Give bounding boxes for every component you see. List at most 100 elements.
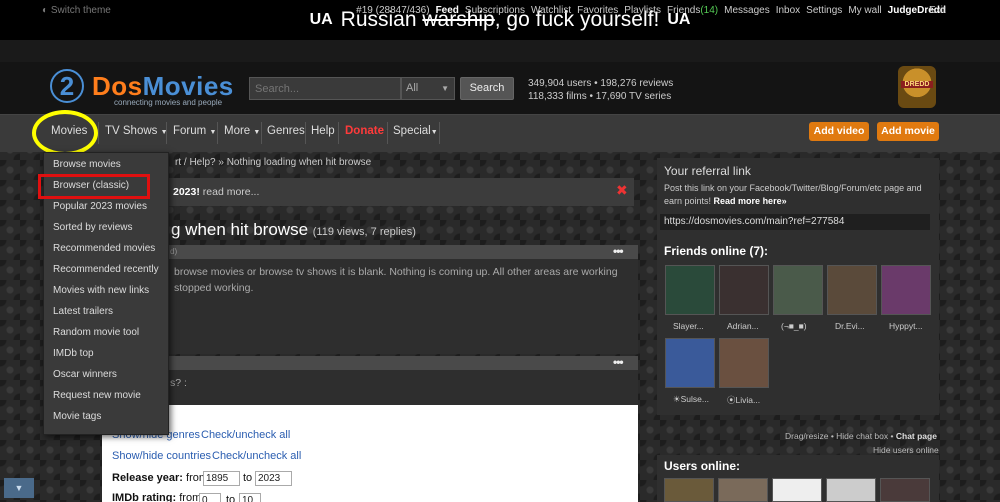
friend-name[interactable]: Slayer... <box>673 321 704 331</box>
friend-avatar[interactable] <box>665 338 715 388</box>
search-select-value: All <box>406 82 419 94</box>
dropdown-item[interactable]: Recommended recently <box>53 264 159 275</box>
user-link[interactable]: (14) <box>700 5 718 16</box>
chat-links: Drag/resize • Hide chat box • Chat page <box>785 431 937 441</box>
nav-divider <box>166 122 167 144</box>
dropdown-item[interactable]: Oscar winners <box>53 369 117 380</box>
user-link[interactable]: Friends <box>667 5 700 16</box>
nav-divider <box>387 122 388 144</box>
friend-avatar[interactable] <box>665 265 715 315</box>
nav-donate[interactable]: Donate <box>345 125 384 137</box>
referral-read-more-link[interactable]: Read more here» <box>714 196 787 206</box>
dropdown-item[interactable]: Movies with new links <box>53 285 149 296</box>
user-avatar[interactable] <box>718 478 768 502</box>
scroll-down-icon[interactable]: ▼ <box>4 478 34 498</box>
friend-avatar[interactable] <box>719 338 769 388</box>
user-link[interactable]: Playlists <box>624 5 661 16</box>
post-author-meta: d) <box>170 247 178 256</box>
nav-more[interactable]: More ▼ <box>224 125 260 137</box>
user-link[interactable]: Messages <box>724 5 770 16</box>
nav-forum[interactable]: Forum ▼ <box>173 125 216 137</box>
logo-icon[interactable]: 2 <box>50 69 84 103</box>
caret-down-icon: ▼ <box>253 129 261 136</box>
user-link[interactable]: Settings <box>806 5 842 16</box>
post-text-line: browse movies or browse tv shows it is b… <box>174 266 618 278</box>
chat-page-link[interactable]: Chat page <box>896 431 937 441</box>
search-button[interactable]: Search <box>460 77 514 100</box>
dropdown-item[interactable]: Request new movie <box>53 390 141 401</box>
check-genres-link[interactable]: Check/uncheck all <box>201 429 290 441</box>
dropdown-item[interactable]: Browse movies <box>53 159 121 170</box>
imdb-from-input[interactable]: 0 <box>199 493 221 502</box>
show-hide-countries-link[interactable]: Show/hide countries <box>112 450 211 462</box>
friend-name[interactable]: ⦿Livia... <box>727 394 760 406</box>
logo-tagline: connecting movies and people <box>114 98 223 107</box>
exit-link[interactable]: Exit <box>929 5 946 16</box>
from-label: from <box>179 492 202 502</box>
chat-controls-text[interactable]: Drag/resize • Hide chat box • <box>785 431 893 441</box>
release-from-input[interactable]: 1895 <box>203 471 240 486</box>
friend-avatar[interactable] <box>719 265 769 315</box>
switch-theme-label: Switch theme <box>50 5 111 16</box>
dropdown-item[interactable]: Popular 2023 movies <box>53 201 147 212</box>
user-link[interactable]: Favorites <box>577 5 618 16</box>
logo-movies: Movies <box>142 71 234 101</box>
post-body <box>150 370 638 406</box>
hide-users-online-link[interactable]: Hide users online <box>873 445 939 455</box>
more-options-icon[interactable]: ••• <box>613 244 624 258</box>
add-video-button[interactable]: Add video <box>809 122 869 141</box>
user-bar <box>0 40 1000 62</box>
dropdown-item[interactable]: Recommended movies <box>53 243 155 254</box>
friend-name[interactable]: Hyppyt... <box>889 321 923 331</box>
dropdown-item[interactable]: IMDb top <box>53 348 94 359</box>
notice-text: 2023! read more... <box>173 186 259 198</box>
friend-avatar[interactable] <box>773 265 823 315</box>
friend-avatar[interactable] <box>827 265 877 315</box>
dropdown-item[interactable]: Sorted by reviews <box>53 222 132 233</box>
switch-theme-link[interactable]: ◐ Switch theme <box>42 5 111 16</box>
nav-tvshows[interactable]: TV Shows ▼ <box>105 125 168 137</box>
user-avatar[interactable] <box>772 478 822 502</box>
referral-link-field[interactable]: https://dosmovies.com/main?ref=277584 <box>660 214 930 230</box>
friend-name[interactable]: ☀Sulse... <box>673 394 709 405</box>
users-online-title: Users online: <box>664 459 741 473</box>
release-to-input[interactable]: 2023 <box>255 471 292 486</box>
check-countries-link[interactable]: Check/uncheck all <box>212 450 301 462</box>
user-avatar[interactable]: DREDD <box>898 66 936 108</box>
user-avatar[interactable] <box>880 478 930 502</box>
notice-read-more-link[interactable]: read more... <box>203 186 260 198</box>
nav-divider <box>338 122 339 144</box>
imdb-to-input[interactable]: 10 <box>239 493 261 502</box>
release-year-title: Release year: <box>112 472 183 484</box>
friend-avatar[interactable] <box>881 265 931 315</box>
user-link[interactable]: #19 (28847/436) <box>356 5 429 16</box>
nav-help[interactable]: Help <box>311 125 335 137</box>
friend-name[interactable]: Dr.Evi... <box>835 321 865 331</box>
user-link[interactable]: Feed <box>436 5 459 16</box>
friend-name[interactable]: (¬■_■) <box>781 321 807 331</box>
more-options-icon[interactable]: ••• <box>613 355 624 369</box>
search-input[interactable] <box>249 77 401 100</box>
add-movie-button[interactable]: Add movie <box>877 122 939 141</box>
user-link[interactable]: My wall <box>848 5 881 16</box>
nav-genres[interactable]: Genres <box>267 125 305 137</box>
post-text-line: s? : <box>170 377 187 389</box>
close-icon[interactable]: ✖ <box>616 182 628 199</box>
nav-special[interactable]: Special▼ <box>393 125 438 137</box>
user-avatar[interactable] <box>826 478 876 502</box>
search-category-select[interactable]: All ▼ <box>401 77 455 100</box>
user-link[interactable]: Inbox <box>776 5 800 16</box>
notice-bold: 2023! <box>173 186 200 198</box>
user-link[interactable]: Subscriptions <box>465 5 525 16</box>
user-avatar[interactable] <box>664 478 714 502</box>
to-label: to <box>243 472 253 484</box>
dropdown-item[interactable]: Random movie tool <box>53 327 139 338</box>
user-links: #19 (28847/436) Feed Subscriptions Watchlis… <box>356 5 946 16</box>
friends-online-title: Friends online (7): <box>664 244 769 258</box>
release-year-label: Release year: from <box>112 472 208 484</box>
friend-name[interactable]: Adrian... <box>727 321 759 331</box>
site-stats-users: 349,904 users • 198,276 reviews <box>528 78 674 89</box>
user-link[interactable]: Watchlist <box>531 5 571 16</box>
dropdown-item[interactable]: Movie tags <box>53 411 101 422</box>
dropdown-item[interactable]: Latest trailers <box>53 306 113 317</box>
